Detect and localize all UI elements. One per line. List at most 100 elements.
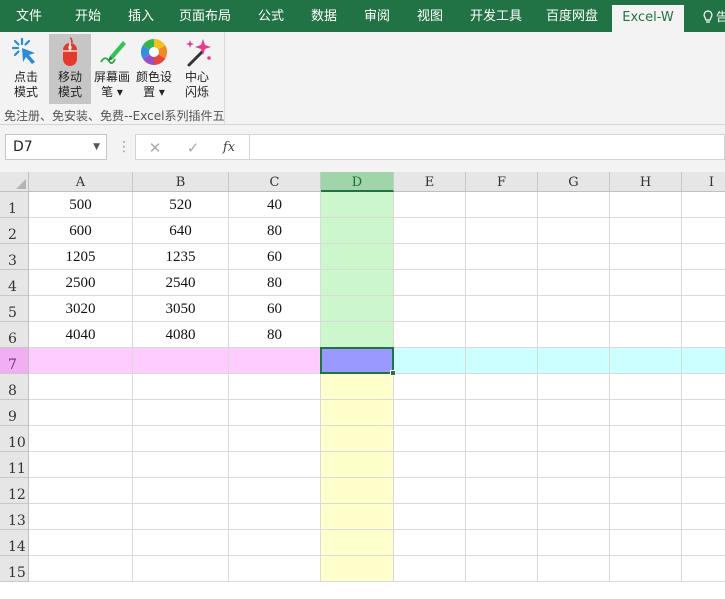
cell-c4[interactable]: 80 [229, 270, 321, 296]
cell-b13[interactable] [133, 504, 229, 530]
cell-i10[interactable] [682, 426, 725, 452]
cell-h7[interactable] [610, 348, 682, 374]
cell-a10[interactable] [29, 426, 133, 452]
cell-a1[interactable]: 500 [29, 192, 133, 218]
cell-c15[interactable] [229, 556, 321, 582]
cell-c8[interactable] [229, 374, 321, 400]
cell-i12[interactable] [682, 478, 725, 504]
cell-g15[interactable] [538, 556, 610, 582]
cell-b7[interactable] [133, 348, 229, 374]
cell-b9[interactable] [133, 400, 229, 426]
cell-e2[interactable] [394, 218, 466, 244]
cell-e6[interactable] [394, 322, 466, 348]
cell-b3[interactable]: 1235 [133, 244, 229, 270]
row-header-11[interactable]: 11 [0, 452, 29, 478]
cell-e14[interactable] [394, 530, 466, 556]
cell-g12[interactable] [538, 478, 610, 504]
cell-f13[interactable] [466, 504, 538, 530]
cell-i14[interactable] [682, 530, 725, 556]
cell-i5[interactable] [682, 296, 725, 322]
cell-d2[interactable] [321, 218, 394, 244]
cell-b11[interactable] [133, 452, 229, 478]
cell-d10[interactable] [321, 426, 394, 452]
cancel-icon[interactable]: ✕ [140, 137, 170, 159]
cell-g4[interactable] [538, 270, 610, 296]
cell-g3[interactable] [538, 244, 610, 270]
cell-h1[interactable] [610, 192, 682, 218]
cell-e11[interactable] [394, 452, 466, 478]
center-flash-button[interactable]: 中心 闪烁 [177, 34, 217, 104]
cell-h12[interactable] [610, 478, 682, 504]
cell-d6[interactable] [321, 322, 394, 348]
cell-d5[interactable] [321, 296, 394, 322]
cell-a6[interactable]: 4040 [29, 322, 133, 348]
tab-review[interactable]: 审阅 [352, 0, 402, 32]
cell-i13[interactable] [682, 504, 725, 530]
cell-e8[interactable] [394, 374, 466, 400]
cell-e13[interactable] [394, 504, 466, 530]
cell-i4[interactable] [682, 270, 725, 296]
cell-i8[interactable] [682, 374, 725, 400]
cell-b6[interactable]: 4080 [133, 322, 229, 348]
cell-h6[interactable] [610, 322, 682, 348]
cell-f4[interactable] [466, 270, 538, 296]
tab-view[interactable]: 视图 [402, 0, 458, 32]
column-header-d[interactable]: D [321, 172, 394, 192]
cell-c10[interactable] [229, 426, 321, 452]
cell-i11[interactable] [682, 452, 725, 478]
cell-f3[interactable] [466, 244, 538, 270]
cell-a9[interactable] [29, 400, 133, 426]
cell-i7[interactable] [682, 348, 725, 374]
cell-h10[interactable] [610, 426, 682, 452]
tab-developer[interactable]: 开发工具 [458, 0, 534, 32]
column-header-a[interactable]: A [29, 172, 133, 192]
cell-g7[interactable] [538, 348, 610, 374]
cell-h3[interactable] [610, 244, 682, 270]
cell-d11[interactable] [321, 452, 394, 478]
cell-e3[interactable] [394, 244, 466, 270]
formula-input[interactable] [250, 134, 725, 160]
row-header-2[interactable]: 2 [0, 218, 29, 244]
cell-e7[interactable] [394, 348, 466, 374]
cell-h8[interactable] [610, 374, 682, 400]
name-box[interactable]: D7 ▼ [5, 134, 107, 160]
column-header-f[interactable]: F [466, 172, 538, 192]
chevron-down-icon[interactable]: ▼ [93, 135, 100, 159]
row-header-1[interactable]: 1 [0, 192, 29, 218]
cell-h13[interactable] [610, 504, 682, 530]
cell-a12[interactable] [29, 478, 133, 504]
cell-f11[interactable] [466, 452, 538, 478]
cell-i2[interactable] [682, 218, 725, 244]
click-mode-button[interactable]: 点击 模式 [4, 34, 48, 104]
cell-b1[interactable]: 520 [133, 192, 229, 218]
formula-bar-grip[interactable]: ⋮ [117, 139, 131, 155]
cell-i3[interactable] [682, 244, 725, 270]
cell-a8[interactable] [29, 374, 133, 400]
column-header-h[interactable]: H [610, 172, 682, 192]
cell-h2[interactable] [610, 218, 682, 244]
cell-b5[interactable]: 3050 [133, 296, 229, 322]
cell-c3[interactable]: 60 [229, 244, 321, 270]
cell-d1[interactable] [321, 192, 394, 218]
cell-b4[interactable]: 2540 [133, 270, 229, 296]
select-all-button[interactable] [0, 172, 29, 192]
row-header-4[interactable]: 4 [0, 270, 29, 296]
enter-icon[interactable]: ✓ [178, 137, 208, 159]
cell-f7[interactable] [466, 348, 538, 374]
cell-c14[interactable] [229, 530, 321, 556]
cell-f10[interactable] [466, 426, 538, 452]
row-header-13[interactable]: 13 [0, 504, 29, 530]
cell-a13[interactable] [29, 504, 133, 530]
cell-e9[interactable] [394, 400, 466, 426]
cell-i6[interactable] [682, 322, 725, 348]
row-header-5[interactable]: 5 [0, 296, 29, 322]
cell-f6[interactable] [466, 322, 538, 348]
cell-c11[interactable] [229, 452, 321, 478]
cell-c7[interactable] [229, 348, 321, 374]
cell-e4[interactable] [394, 270, 466, 296]
cell-e1[interactable] [394, 192, 466, 218]
cell-f9[interactable] [466, 400, 538, 426]
tab-home[interactable]: 开始 [58, 0, 118, 32]
tab-formulas[interactable]: 公式 [246, 0, 296, 32]
cell-g1[interactable] [538, 192, 610, 218]
